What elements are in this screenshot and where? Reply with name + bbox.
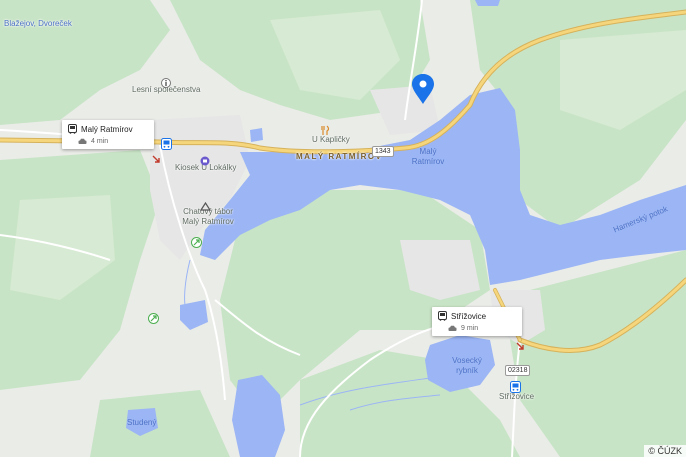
transit-card-strizovice[interactable]: Střížovice 9 min xyxy=(432,307,522,336)
bus-icon xyxy=(438,311,447,321)
lake-label-studeny: Studený xyxy=(127,418,157,427)
restaurant-icon[interactable] xyxy=(320,123,330,141)
card-time: 4 min xyxy=(91,138,109,145)
bus-stop-icon-strizovice[interactable] xyxy=(510,380,521,398)
card-title: Malý Ratmírov xyxy=(81,124,133,134)
transit-card-maly-ratmirov[interactable]: Malý Ratmírov 4 min xyxy=(62,120,154,149)
place-label-u-kaplicky[interactable]: U Kapličky xyxy=(312,135,350,145)
road-shield-02318: 02318 xyxy=(505,365,531,376)
car-icon xyxy=(448,325,457,331)
map-canvas[interactable] xyxy=(0,0,686,457)
place-label-blazejov[interactable]: Blažejov, Dvoreček xyxy=(4,19,72,29)
car-icon xyxy=(78,138,87,144)
park-icon-2[interactable] xyxy=(148,311,159,329)
bus-icon xyxy=(68,124,77,134)
lake-label-maly-ratmirov: Malý Ratmírov xyxy=(411,147,445,166)
lake-label-vosecky-rybnik: Vosecký rybník xyxy=(452,356,482,375)
shop-icon[interactable] xyxy=(200,153,210,171)
card-time: 9 min xyxy=(461,325,479,332)
direction-arrow-icon-2 xyxy=(516,337,524,355)
map-attribution[interactable]: © ČÚZK xyxy=(644,445,686,457)
card-title: Střížovice xyxy=(451,311,487,321)
direction-arrow-icon xyxy=(152,150,160,168)
info-icon[interactable] xyxy=(161,75,171,93)
park-icon[interactable] xyxy=(191,235,202,253)
road-shield-1343: 1343 xyxy=(372,146,394,157)
campsite-icon[interactable] xyxy=(199,198,212,216)
bus-stop-icon[interactable] xyxy=(161,137,172,155)
town-label-maly-ratmirov: MALÝ RATMÍROV xyxy=(296,152,383,161)
